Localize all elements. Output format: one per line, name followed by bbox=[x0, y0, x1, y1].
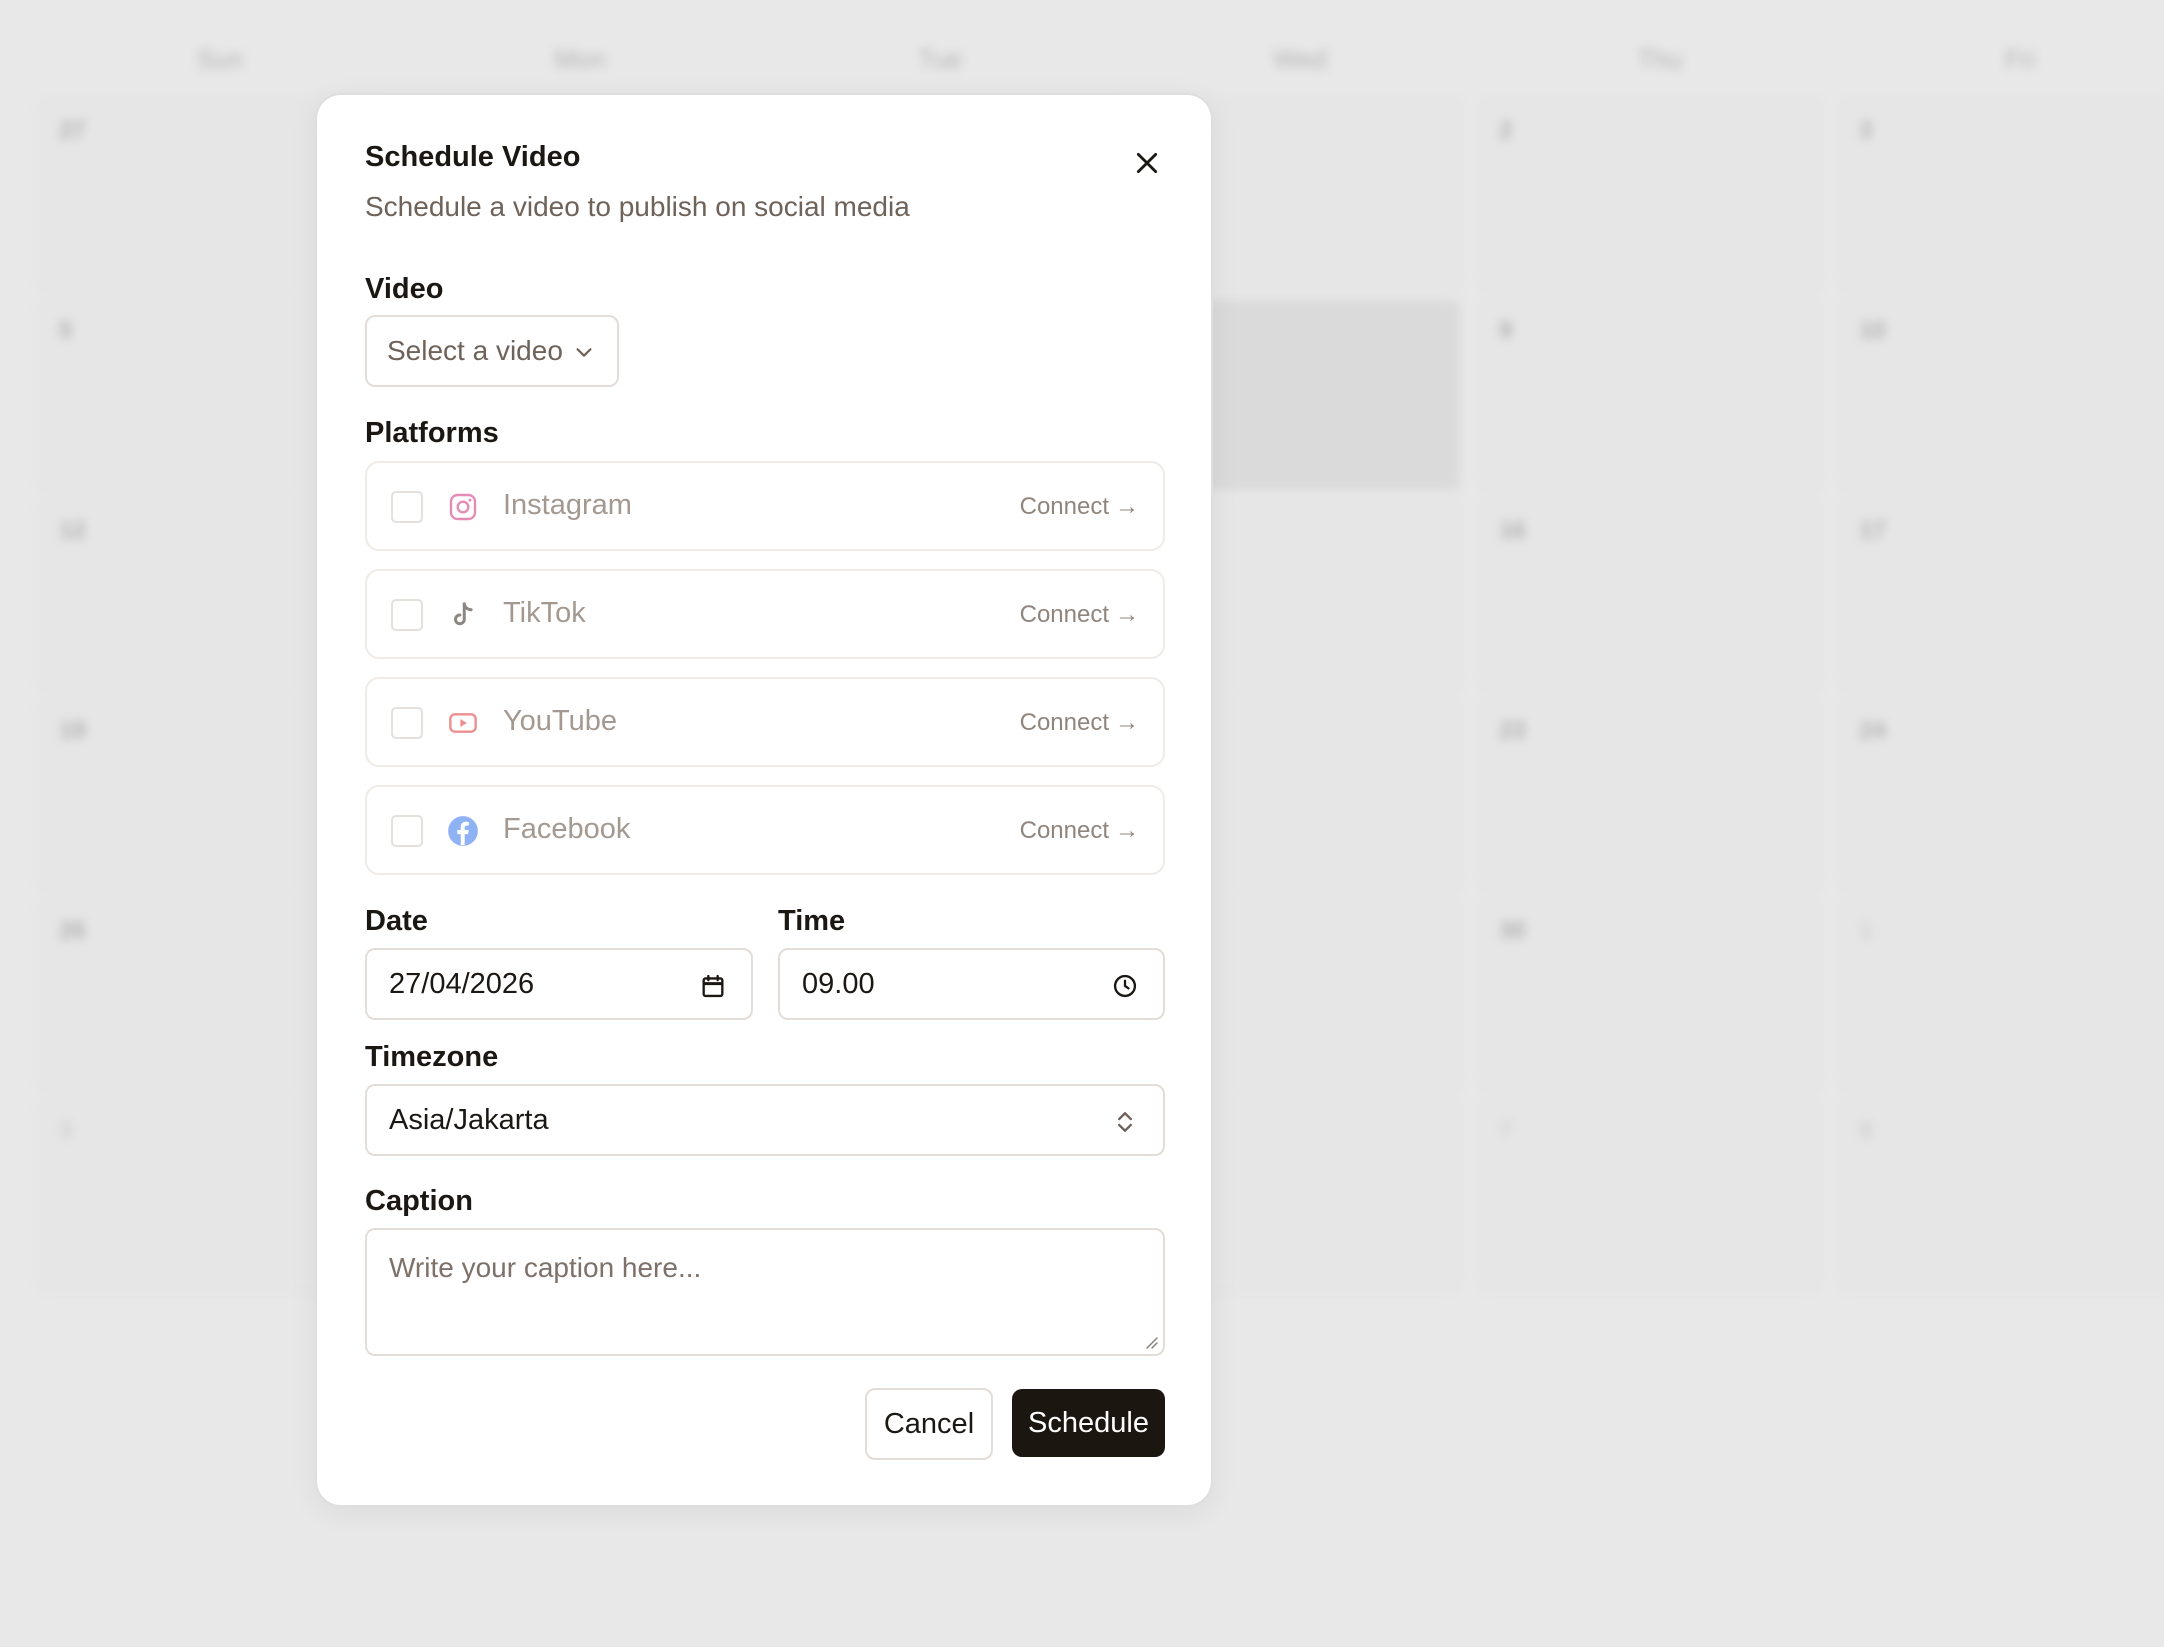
calendar-date: 7 bbox=[1499, 1117, 1513, 1144]
calendar-cell[interactable]: 2 bbox=[1480, 100, 1820, 290]
schedule-button[interactable]: Schedule bbox=[1012, 1389, 1165, 1457]
platforms-label: Platforms bbox=[365, 417, 499, 449]
youtube-checkbox[interactable] bbox=[391, 707, 423, 739]
video-select[interactable]: Select a video bbox=[365, 315, 619, 387]
calendar-date: 10 bbox=[1859, 317, 1886, 344]
calendar-date: 9 bbox=[1499, 317, 1513, 344]
calendar-cell[interactable]: 7 bbox=[1480, 1100, 1820, 1290]
arrow-right-icon: → bbox=[1115, 493, 1139, 520]
calendar-date: 16 bbox=[1499, 517, 1526, 544]
calendar-date: 3 bbox=[59, 1117, 73, 1144]
date-label: Date bbox=[365, 905, 428, 937]
calendar-cell[interactable]: 9 bbox=[1480, 300, 1820, 490]
chevron-up-down-icon bbox=[1118, 1112, 1132, 1132]
weekday-label: Fri bbox=[2004, 44, 2036, 74]
connect-link[interactable]: Connect → bbox=[1020, 817, 1139, 845]
calendar-date: 5 bbox=[59, 317, 73, 344]
weekday-label: Sun bbox=[196, 44, 244, 74]
timezone-label: Timezone bbox=[365, 1041, 499, 1073]
connect-label: Connect bbox=[1019, 817, 1109, 844]
calendar-icon[interactable] bbox=[699, 972, 727, 1000]
instagram-checkbox[interactable] bbox=[391, 491, 423, 523]
cancel-button[interactable]: Cancel bbox=[865, 1388, 993, 1460]
arrow-right-icon: → bbox=[1115, 817, 1139, 844]
close-icon bbox=[1136, 152, 1158, 174]
date-value: 27/04/2026 bbox=[389, 967, 535, 1000]
calendar-date: 3 bbox=[1859, 117, 1873, 144]
calendar-date: 27 bbox=[59, 117, 86, 144]
calendar-date: 12 bbox=[59, 517, 86, 544]
platform-row-facebook[interactable]: Facebook Connect → bbox=[365, 785, 1165, 875]
facebook-checkbox[interactable] bbox=[391, 815, 423, 847]
calendar-date: 19 bbox=[59, 717, 86, 744]
calendar-cell[interactable]: 16 bbox=[1480, 500, 1820, 690]
platform-row-instagram[interactable]: Instagram Connect → bbox=[365, 461, 1165, 551]
time-label: Time bbox=[778, 905, 846, 937]
caption-placeholder: Write your caption here... bbox=[389, 1252, 702, 1283]
calendar-cell[interactable]: 23 bbox=[1480, 700, 1820, 890]
timezone-value: Asia/Jakarta bbox=[389, 1103, 549, 1136]
resize-grip-icon[interactable] bbox=[1143, 1334, 1159, 1350]
calendar-date: 30 bbox=[1499, 917, 1526, 944]
schedule-video-dialog: Schedule Video Schedule a video to publi… bbox=[315, 93, 1213, 1507]
connect-link[interactable]: Connect → bbox=[1020, 493, 1139, 521]
weekday-label: Thu bbox=[1637, 44, 1683, 74]
calendar-cell[interactable]: 30 bbox=[1480, 900, 1820, 1090]
calendar-cell[interactable]: 24 bbox=[1840, 700, 2164, 890]
calendar-cell[interactable]: 10 bbox=[1840, 300, 2164, 490]
platform-name: Facebook bbox=[503, 813, 631, 845]
tiktok-checkbox[interactable] bbox=[391, 599, 423, 631]
facebook-icon bbox=[445, 813, 481, 849]
calendar-cell[interactable]: 17 bbox=[1840, 500, 2164, 690]
platform-name: YouTube bbox=[503, 705, 617, 737]
weekday-label: Mon bbox=[554, 44, 606, 74]
instagram-icon bbox=[445, 489, 481, 525]
time-value: 09.00 bbox=[802, 967, 875, 1000]
platform-row-tiktok[interactable]: TikTok Connect → bbox=[365, 569, 1165, 659]
dialog-title: Schedule Video bbox=[365, 141, 581, 173]
weekday-label: Tue bbox=[918, 44, 962, 74]
calendar-date: 24 bbox=[1859, 717, 1886, 744]
connect-label: Connect bbox=[1019, 493, 1109, 520]
calendar-date: 8 bbox=[1859, 1117, 1873, 1144]
calendar-date: 1 bbox=[1859, 917, 1873, 944]
connect-link[interactable]: Connect → bbox=[1020, 709, 1139, 737]
calendar-cell[interactable]: 1 bbox=[1840, 900, 2164, 1090]
arrow-right-icon: → bbox=[1115, 601, 1139, 628]
connect-link[interactable]: Connect → bbox=[1020, 601, 1139, 629]
connect-label: Connect bbox=[1019, 709, 1109, 736]
timezone-select[interactable]: Asia/Jakarta bbox=[365, 1084, 1165, 1156]
video-select-placeholder: Select a video bbox=[387, 335, 563, 366]
platform-name: TikTok bbox=[503, 597, 586, 629]
chevron-down-icon bbox=[576, 348, 592, 357]
calendar-date: 26 bbox=[59, 917, 86, 944]
close-button[interactable] bbox=[1125, 141, 1169, 185]
caption-label: Caption bbox=[365, 1185, 473, 1217]
time-input[interactable]: 09.00 bbox=[778, 948, 1165, 1020]
clock-icon[interactable] bbox=[1111, 972, 1139, 1000]
calendar-cell[interactable]: 3 bbox=[1840, 100, 2164, 290]
weekday-label: Wed bbox=[1273, 44, 1327, 74]
arrow-right-icon: → bbox=[1115, 709, 1139, 736]
video-label: Video bbox=[365, 273, 444, 305]
platform-name: Instagram bbox=[503, 489, 632, 521]
dialog-subtitle: Schedule a video to publish on social me… bbox=[365, 191, 910, 222]
calendar-date: 17 bbox=[1859, 517, 1886, 544]
youtube-icon bbox=[445, 705, 481, 741]
calendar-date: 23 bbox=[1499, 717, 1526, 744]
date-input[interactable]: 27/04/2026 bbox=[365, 948, 753, 1020]
caption-textarea[interactable]: Write your caption here... bbox=[365, 1228, 1165, 1356]
platform-row-youtube[interactable]: YouTube Connect → bbox=[365, 677, 1165, 767]
tiktok-icon bbox=[445, 597, 481, 633]
connect-label: Connect bbox=[1019, 601, 1109, 628]
calendar-cell[interactable]: 8 bbox=[1840, 1100, 2164, 1290]
calendar-date: 2 bbox=[1499, 117, 1513, 144]
